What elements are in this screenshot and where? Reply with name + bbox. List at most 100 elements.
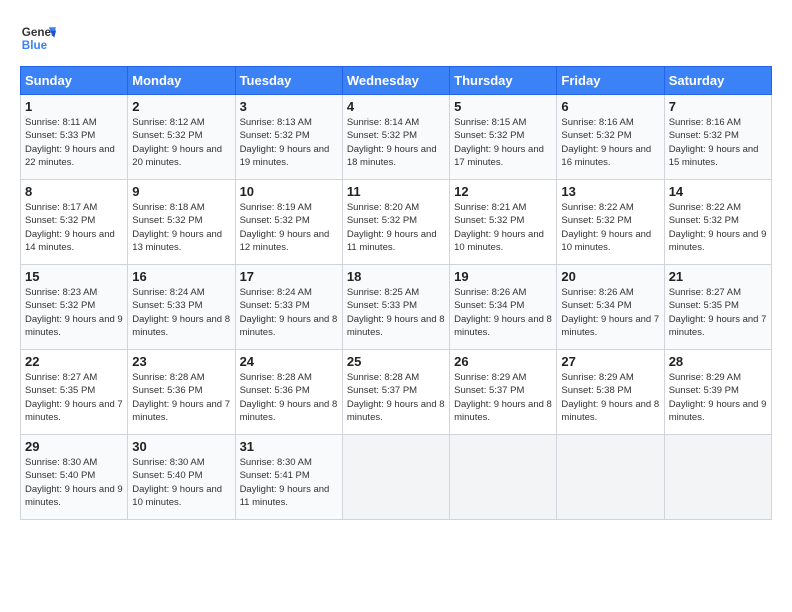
calendar-table: SundayMondayTuesdayWednesdayThursdayFrid… [20, 66, 772, 520]
day-number: 18 [347, 269, 445, 284]
calendar-cell: 15 Sunrise: 8:23 AMSunset: 5:32 PMDaylig… [21, 265, 128, 350]
calendar-week-row: 1 Sunrise: 8:11 AMSunset: 5:33 PMDayligh… [21, 95, 772, 180]
day-number: 5 [454, 99, 552, 114]
day-number: 6 [561, 99, 659, 114]
day-number: 30 [132, 439, 230, 454]
day-number: 4 [347, 99, 445, 114]
day-info: Sunrise: 8:16 AMSunset: 5:32 PMDaylight:… [669, 116, 767, 169]
calendar-cell: 7 Sunrise: 8:16 AMSunset: 5:32 PMDayligh… [664, 95, 771, 180]
day-number: 13 [561, 184, 659, 199]
day-info: Sunrise: 8:29 AMSunset: 5:39 PMDaylight:… [669, 371, 767, 424]
calendar-cell: 16 Sunrise: 8:24 AMSunset: 5:33 PMDaylig… [128, 265, 235, 350]
calendar-week-row: 8 Sunrise: 8:17 AMSunset: 5:32 PMDayligh… [21, 180, 772, 265]
day-info: Sunrise: 8:24 AMSunset: 5:33 PMDaylight:… [132, 286, 230, 339]
calendar-cell: 2 Sunrise: 8:12 AMSunset: 5:32 PMDayligh… [128, 95, 235, 180]
day-number: 17 [240, 269, 338, 284]
day-info: Sunrise: 8:29 AMSunset: 5:38 PMDaylight:… [561, 371, 659, 424]
calendar-cell: 9 Sunrise: 8:18 AMSunset: 5:32 PMDayligh… [128, 180, 235, 265]
calendar-cell: 14 Sunrise: 8:22 AMSunset: 5:32 PMDaylig… [664, 180, 771, 265]
day-info: Sunrise: 8:29 AMSunset: 5:37 PMDaylight:… [454, 371, 552, 424]
day-info: Sunrise: 8:28 AMSunset: 5:37 PMDaylight:… [347, 371, 445, 424]
day-info: Sunrise: 8:11 AMSunset: 5:33 PMDaylight:… [25, 116, 123, 169]
weekday-header-row: SundayMondayTuesdayWednesdayThursdayFrid… [21, 67, 772, 95]
calendar-cell: 12 Sunrise: 8:21 AMSunset: 5:32 PMDaylig… [450, 180, 557, 265]
calendar-cell: 18 Sunrise: 8:25 AMSunset: 5:33 PMDaylig… [342, 265, 449, 350]
day-number: 15 [25, 269, 123, 284]
calendar-cell: 10 Sunrise: 8:19 AMSunset: 5:32 PMDaylig… [235, 180, 342, 265]
calendar-week-row: 29 Sunrise: 8:30 AMSunset: 5:40 PMDaylig… [21, 435, 772, 520]
calendar-cell: 29 Sunrise: 8:30 AMSunset: 5:40 PMDaylig… [21, 435, 128, 520]
day-info: Sunrise: 8:15 AMSunset: 5:32 PMDaylight:… [454, 116, 552, 169]
logo: General Blue [20, 20, 56, 56]
day-number: 29 [25, 439, 123, 454]
day-info: Sunrise: 8:22 AMSunset: 5:32 PMDaylight:… [561, 201, 659, 254]
day-info: Sunrise: 8:25 AMSunset: 5:33 PMDaylight:… [347, 286, 445, 339]
calendar-cell: 23 Sunrise: 8:28 AMSunset: 5:36 PMDaylig… [128, 350, 235, 435]
day-info: Sunrise: 8:30 AMSunset: 5:40 PMDaylight:… [132, 456, 230, 509]
day-number: 31 [240, 439, 338, 454]
calendar-week-row: 15 Sunrise: 8:23 AMSunset: 5:32 PMDaylig… [21, 265, 772, 350]
day-number: 24 [240, 354, 338, 369]
day-number: 26 [454, 354, 552, 369]
calendar-cell: 1 Sunrise: 8:11 AMSunset: 5:33 PMDayligh… [21, 95, 128, 180]
day-info: Sunrise: 8:24 AMSunset: 5:33 PMDaylight:… [240, 286, 338, 339]
day-info: Sunrise: 8:19 AMSunset: 5:32 PMDaylight:… [240, 201, 338, 254]
day-number: 14 [669, 184, 767, 199]
day-info: Sunrise: 8:16 AMSunset: 5:32 PMDaylight:… [561, 116, 659, 169]
day-info: Sunrise: 8:22 AMSunset: 5:32 PMDaylight:… [669, 201, 767, 254]
day-number: 3 [240, 99, 338, 114]
day-info: Sunrise: 8:28 AMSunset: 5:36 PMDaylight:… [132, 371, 230, 424]
calendar-cell: 21 Sunrise: 8:27 AMSunset: 5:35 PMDaylig… [664, 265, 771, 350]
calendar-cell: 27 Sunrise: 8:29 AMSunset: 5:38 PMDaylig… [557, 350, 664, 435]
weekday-header-friday: Friday [557, 67, 664, 95]
calendar-cell: 22 Sunrise: 8:27 AMSunset: 5:35 PMDaylig… [21, 350, 128, 435]
day-info: Sunrise: 8:13 AMSunset: 5:32 PMDaylight:… [240, 116, 338, 169]
day-number: 8 [25, 184, 123, 199]
day-info: Sunrise: 8:30 AMSunset: 5:40 PMDaylight:… [25, 456, 123, 509]
calendar-cell: 26 Sunrise: 8:29 AMSunset: 5:37 PMDaylig… [450, 350, 557, 435]
day-info: Sunrise: 8:26 AMSunset: 5:34 PMDaylight:… [561, 286, 659, 339]
day-number: 1 [25, 99, 123, 114]
calendar-cell: 6 Sunrise: 8:16 AMSunset: 5:32 PMDayligh… [557, 95, 664, 180]
calendar-cell: 24 Sunrise: 8:28 AMSunset: 5:36 PMDaylig… [235, 350, 342, 435]
day-number: 12 [454, 184, 552, 199]
day-number: 2 [132, 99, 230, 114]
weekday-header-wednesday: Wednesday [342, 67, 449, 95]
day-info: Sunrise: 8:26 AMSunset: 5:34 PMDaylight:… [454, 286, 552, 339]
day-info: Sunrise: 8:27 AMSunset: 5:35 PMDaylight:… [25, 371, 123, 424]
weekday-header-saturday: Saturday [664, 67, 771, 95]
day-number: 22 [25, 354, 123, 369]
day-number: 25 [347, 354, 445, 369]
weekday-header-thursday: Thursday [450, 67, 557, 95]
day-number: 28 [669, 354, 767, 369]
day-info: Sunrise: 8:27 AMSunset: 5:35 PMDaylight:… [669, 286, 767, 339]
day-info: Sunrise: 8:17 AMSunset: 5:32 PMDaylight:… [25, 201, 123, 254]
day-number: 19 [454, 269, 552, 284]
calendar-cell [664, 435, 771, 520]
day-number: 23 [132, 354, 230, 369]
day-info: Sunrise: 8:23 AMSunset: 5:32 PMDaylight:… [25, 286, 123, 339]
day-number: 27 [561, 354, 659, 369]
calendar-cell: 13 Sunrise: 8:22 AMSunset: 5:32 PMDaylig… [557, 180, 664, 265]
calendar-cell [557, 435, 664, 520]
day-info: Sunrise: 8:20 AMSunset: 5:32 PMDaylight:… [347, 201, 445, 254]
day-number: 21 [669, 269, 767, 284]
calendar-cell: 30 Sunrise: 8:30 AMSunset: 5:40 PMDaylig… [128, 435, 235, 520]
calendar-cell [450, 435, 557, 520]
calendar-cell: 17 Sunrise: 8:24 AMSunset: 5:33 PMDaylig… [235, 265, 342, 350]
svg-text:Blue: Blue [22, 39, 48, 52]
weekday-header-monday: Monday [128, 67, 235, 95]
page-header: General Blue [20, 20, 772, 56]
calendar-cell: 4 Sunrise: 8:14 AMSunset: 5:32 PMDayligh… [342, 95, 449, 180]
day-info: Sunrise: 8:30 AMSunset: 5:41 PMDaylight:… [240, 456, 338, 509]
day-number: 16 [132, 269, 230, 284]
calendar-cell: 8 Sunrise: 8:17 AMSunset: 5:32 PMDayligh… [21, 180, 128, 265]
day-info: Sunrise: 8:18 AMSunset: 5:32 PMDaylight:… [132, 201, 230, 254]
day-number: 7 [669, 99, 767, 114]
day-number: 11 [347, 184, 445, 199]
calendar-cell [342, 435, 449, 520]
day-info: Sunrise: 8:12 AMSunset: 5:32 PMDaylight:… [132, 116, 230, 169]
calendar-cell: 3 Sunrise: 8:13 AMSunset: 5:32 PMDayligh… [235, 95, 342, 180]
weekday-header-tuesday: Tuesday [235, 67, 342, 95]
day-number: 20 [561, 269, 659, 284]
